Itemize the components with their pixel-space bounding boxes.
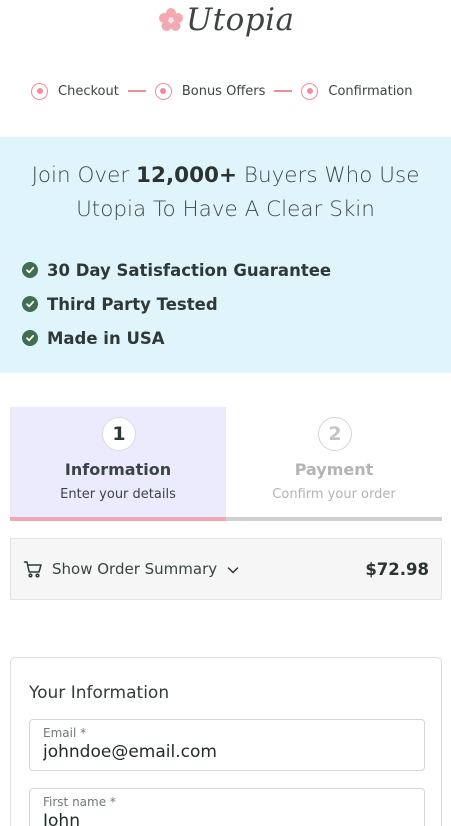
step-indicator-bar — [226, 517, 442, 521]
buyer-count: 12,000+ — [136, 163, 238, 188]
step-dot-icon — [301, 82, 319, 100]
brand-name: Utopia — [186, 2, 295, 38]
social-proof-banner: Join Over 12,000+ Buyers Who Use Utopia … — [0, 137, 451, 373]
chevron-down-icon — [226, 562, 240, 576]
order-summary-label: Show Order Summary — [52, 560, 218, 578]
first-name-field-wrapper: First name * — [29, 788, 425, 826]
check-circle-icon — [22, 296, 38, 312]
benefit-item: Made in USA — [22, 321, 331, 355]
progress-divider — [127, 90, 146, 92]
step-number: 2 — [318, 417, 352, 451]
benefit-item: Third Party Tested — [22, 287, 331, 321]
first-name-label: First name * — [43, 795, 116, 809]
step-subtitle: Confirm your order — [272, 487, 396, 502]
form-section-title: Your Information — [29, 683, 170, 703]
first-name-field[interactable] — [43, 810, 411, 826]
progress-step-bonus-offers: Bonus Offers — [154, 82, 266, 100]
progress-step-confirmation: Confirmation — [301, 82, 413, 100]
flower-icon — [158, 7, 184, 33]
progress-divider — [274, 90, 293, 92]
step-number: 1 — [102, 417, 136, 451]
banner-title: Join Over 12,000+ Buyers Who Use Utopia … — [0, 159, 451, 227]
email-field-wrapper: Email * — [29, 719, 425, 771]
email-label: Email * — [43, 726, 87, 740]
step-title: Information — [64, 460, 172, 479]
benefit-label: Made in USA — [47, 328, 165, 348]
tab-information[interactable]: 1 Information Enter your details — [10, 407, 226, 521]
checkout-steps-tabs: 1 Information Enter your details 2 Payme… — [10, 407, 442, 521]
your-information-form: Your Information Email * First name * — [10, 657, 442, 826]
step-subtitle: Enter your details — [60, 487, 176, 502]
progress-step-label: Bonus Offers — [181, 83, 266, 99]
check-circle-icon — [22, 330, 38, 346]
step-indicator-bar — [10, 517, 226, 521]
email-field[interactable] — [43, 741, 411, 763]
banner-title-prefix: Join Over — [31, 163, 137, 188]
checkout-progress: Checkout Bonus Offers Confirmation — [31, 80, 413, 102]
step-dot-icon — [31, 82, 48, 100]
benefits-list: 30 Day Satisfaction Guarantee Third Part… — [22, 253, 331, 355]
header: Utopia — [0, 0, 451, 46]
benefit-item: 30 Day Satisfaction Guarantee — [22, 253, 331, 287]
order-summary-toggle[interactable]: Show Order Summary $72.98 — [10, 538, 442, 600]
brand-logo[interactable]: Utopia — [158, 0, 295, 40]
step-title: Payment — [294, 460, 374, 479]
benefit-label: Third Party Tested — [47, 294, 218, 314]
cart-icon — [23, 559, 43, 579]
check-circle-icon — [22, 262, 38, 278]
progress-step-checkout: Checkout — [31, 82, 119, 100]
benefit-label: 30 Day Satisfaction Guarantee — [47, 260, 332, 280]
step-dot-icon — [154, 82, 172, 100]
order-total: $72.98 — [365, 559, 429, 579]
progress-step-label: Confirmation — [328, 83, 413, 99]
tab-payment[interactable]: 2 Payment Confirm your order — [226, 407, 442, 521]
progress-step-label: Checkout — [58, 83, 119, 99]
